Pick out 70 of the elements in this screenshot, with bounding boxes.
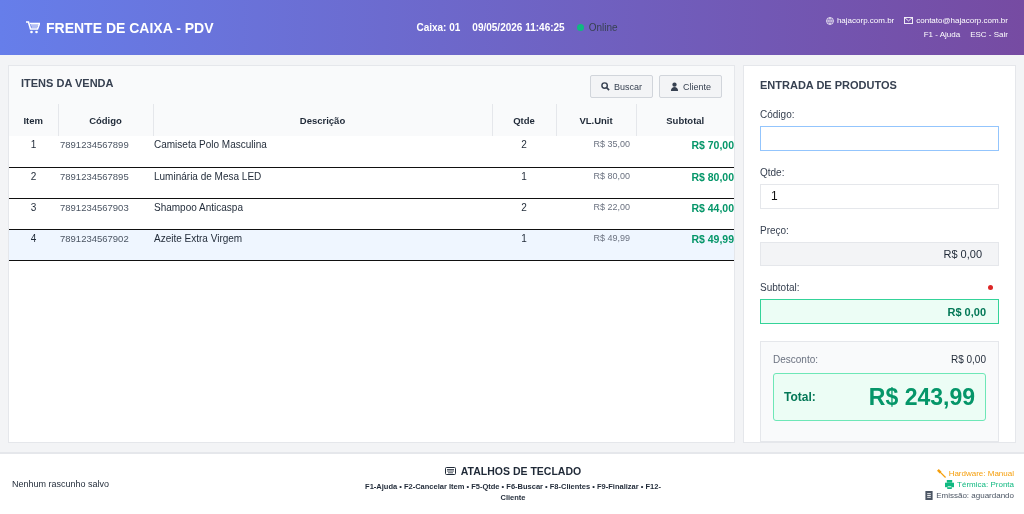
column-header: Código [58, 104, 153, 136]
table-cell: Azeite Extra Virgem [153, 229, 492, 260]
subtotal-field: R$ 0,00 [760, 299, 999, 324]
table-row[interactable]: 4 7891234567902 Azeite Extra Virgem 1 R$ 49,99 R$ 49,99 [9, 229, 734, 260]
status-text: Emissão: aguardando [936, 490, 1014, 500]
table-cell: R$ 80,00 [556, 167, 636, 198]
table-row[interactable]: 2 7891234567895 Luminária de Mesa LED 1 R$ 80,00 R$ 80,00 [9, 167, 734, 198]
help-shortcut: F1 - Ajuda [923, 30, 961, 39]
table-cell: R$ 35,00 [556, 136, 636, 167]
status-text: Hardware: Manual [948, 468, 1014, 478]
draft-status: Nenhum rascunho salvo [12, 479, 111, 489]
field-label: Código: [760, 109, 795, 120]
user-button[interactable]: Cliente [659, 75, 722, 98]
status-text: Térmica: Pronta [957, 479, 1014, 489]
table-cell: 7891234567895 [58, 167, 153, 198]
field-label: Subtotal: [760, 282, 800, 294]
register-number: Caixa: 01 [416, 22, 461, 33]
table-cell: 3 [9, 198, 58, 229]
table-cell: 7891234567902 [58, 229, 153, 260]
column-header: VL.Unit [556, 104, 636, 136]
table-cell: 1 [492, 229, 556, 260]
exit-shortcut: ESC - Sair [970, 30, 1008, 39]
column-header: Item [9, 104, 58, 136]
table-cell: Camiseta Polo Masculina [153, 136, 492, 167]
table-cell: R$ 70,00 [636, 136, 734, 167]
field-label: Preço: [760, 224, 789, 236]
discount-value: R$ 0,00 [950, 354, 986, 365]
table-row[interactable]: 1 7891234567899 Camiseta Polo Masculina 2 R$ 35,00 R$ 70,00 [9, 136, 734, 167]
total-label: Total: [784, 390, 816, 404]
discount-label: Desconto: [773, 354, 819, 365]
column-header: Subtotal [636, 104, 734, 136]
table-cell: R$ 49,99 [556, 229, 636, 260]
column-header: Descrição [153, 104, 492, 136]
table-cell: 7891234567903 [58, 198, 153, 229]
search-icon [600, 82, 610, 91]
status-label: Online [588, 22, 618, 33]
globe-icon [825, 16, 834, 25]
table-cell: R$ 49,99 [636, 229, 734, 260]
user-icon [670, 82, 679, 91]
email-link[interactable]: contato@hajacorp.com.br [916, 16, 1008, 25]
keyboard-icon [444, 467, 456, 475]
table-cell: 4 [9, 229, 58, 260]
website-link[interactable]: hajacorp.com.br [836, 16, 895, 25]
table-cell: 7891234567899 [58, 136, 153, 167]
price-field: R$ 0,00 [760, 241, 999, 267]
table-cell: 1 [9, 136, 58, 167]
table-cell: 2 [492, 198, 556, 229]
table-cell: Shampoo Anticaspa [153, 198, 492, 229]
column-header: Qtde [492, 104, 556, 136]
panel-title: ITENS DA VENDA [21, 77, 114, 89]
panel-title: ENTRADA DE PRODUTOS [760, 79, 898, 91]
table-cell: 2 [9, 167, 58, 198]
search-button[interactable]: Buscar [589, 75, 653, 98]
quantity-input-field[interactable]: 1 [760, 183, 999, 209]
shortcuts-title: ATALHOS DE TECLADO [460, 465, 582, 477]
total-value: R$ 243,99 [868, 383, 975, 411]
app-title: FRENTE DE CAIXA - PDV [46, 19, 214, 36]
table-cell: Luminária de Mesa LED [153, 167, 492, 198]
table-cell: R$ 80,00 [636, 167, 734, 198]
code-input-field[interactable] [760, 126, 999, 151]
field-label: Qtde: [760, 166, 785, 178]
table-cell: R$ 44,00 [636, 198, 734, 229]
cart-icon [26, 21, 40, 34]
indicator-dot [988, 285, 993, 291]
table-cell: 1 [492, 167, 556, 198]
table-cell: R$ 22,00 [556, 198, 636, 229]
mail-icon [904, 17, 914, 24]
date-time: 09/05/2026 11:46:25 [472, 22, 565, 33]
table-cell: 2 [492, 136, 556, 167]
table-row[interactable]: 3 7891234567903 Shampoo Anticaspa 2 R$ 22,00 R$ 44,00 [9, 198, 734, 229]
